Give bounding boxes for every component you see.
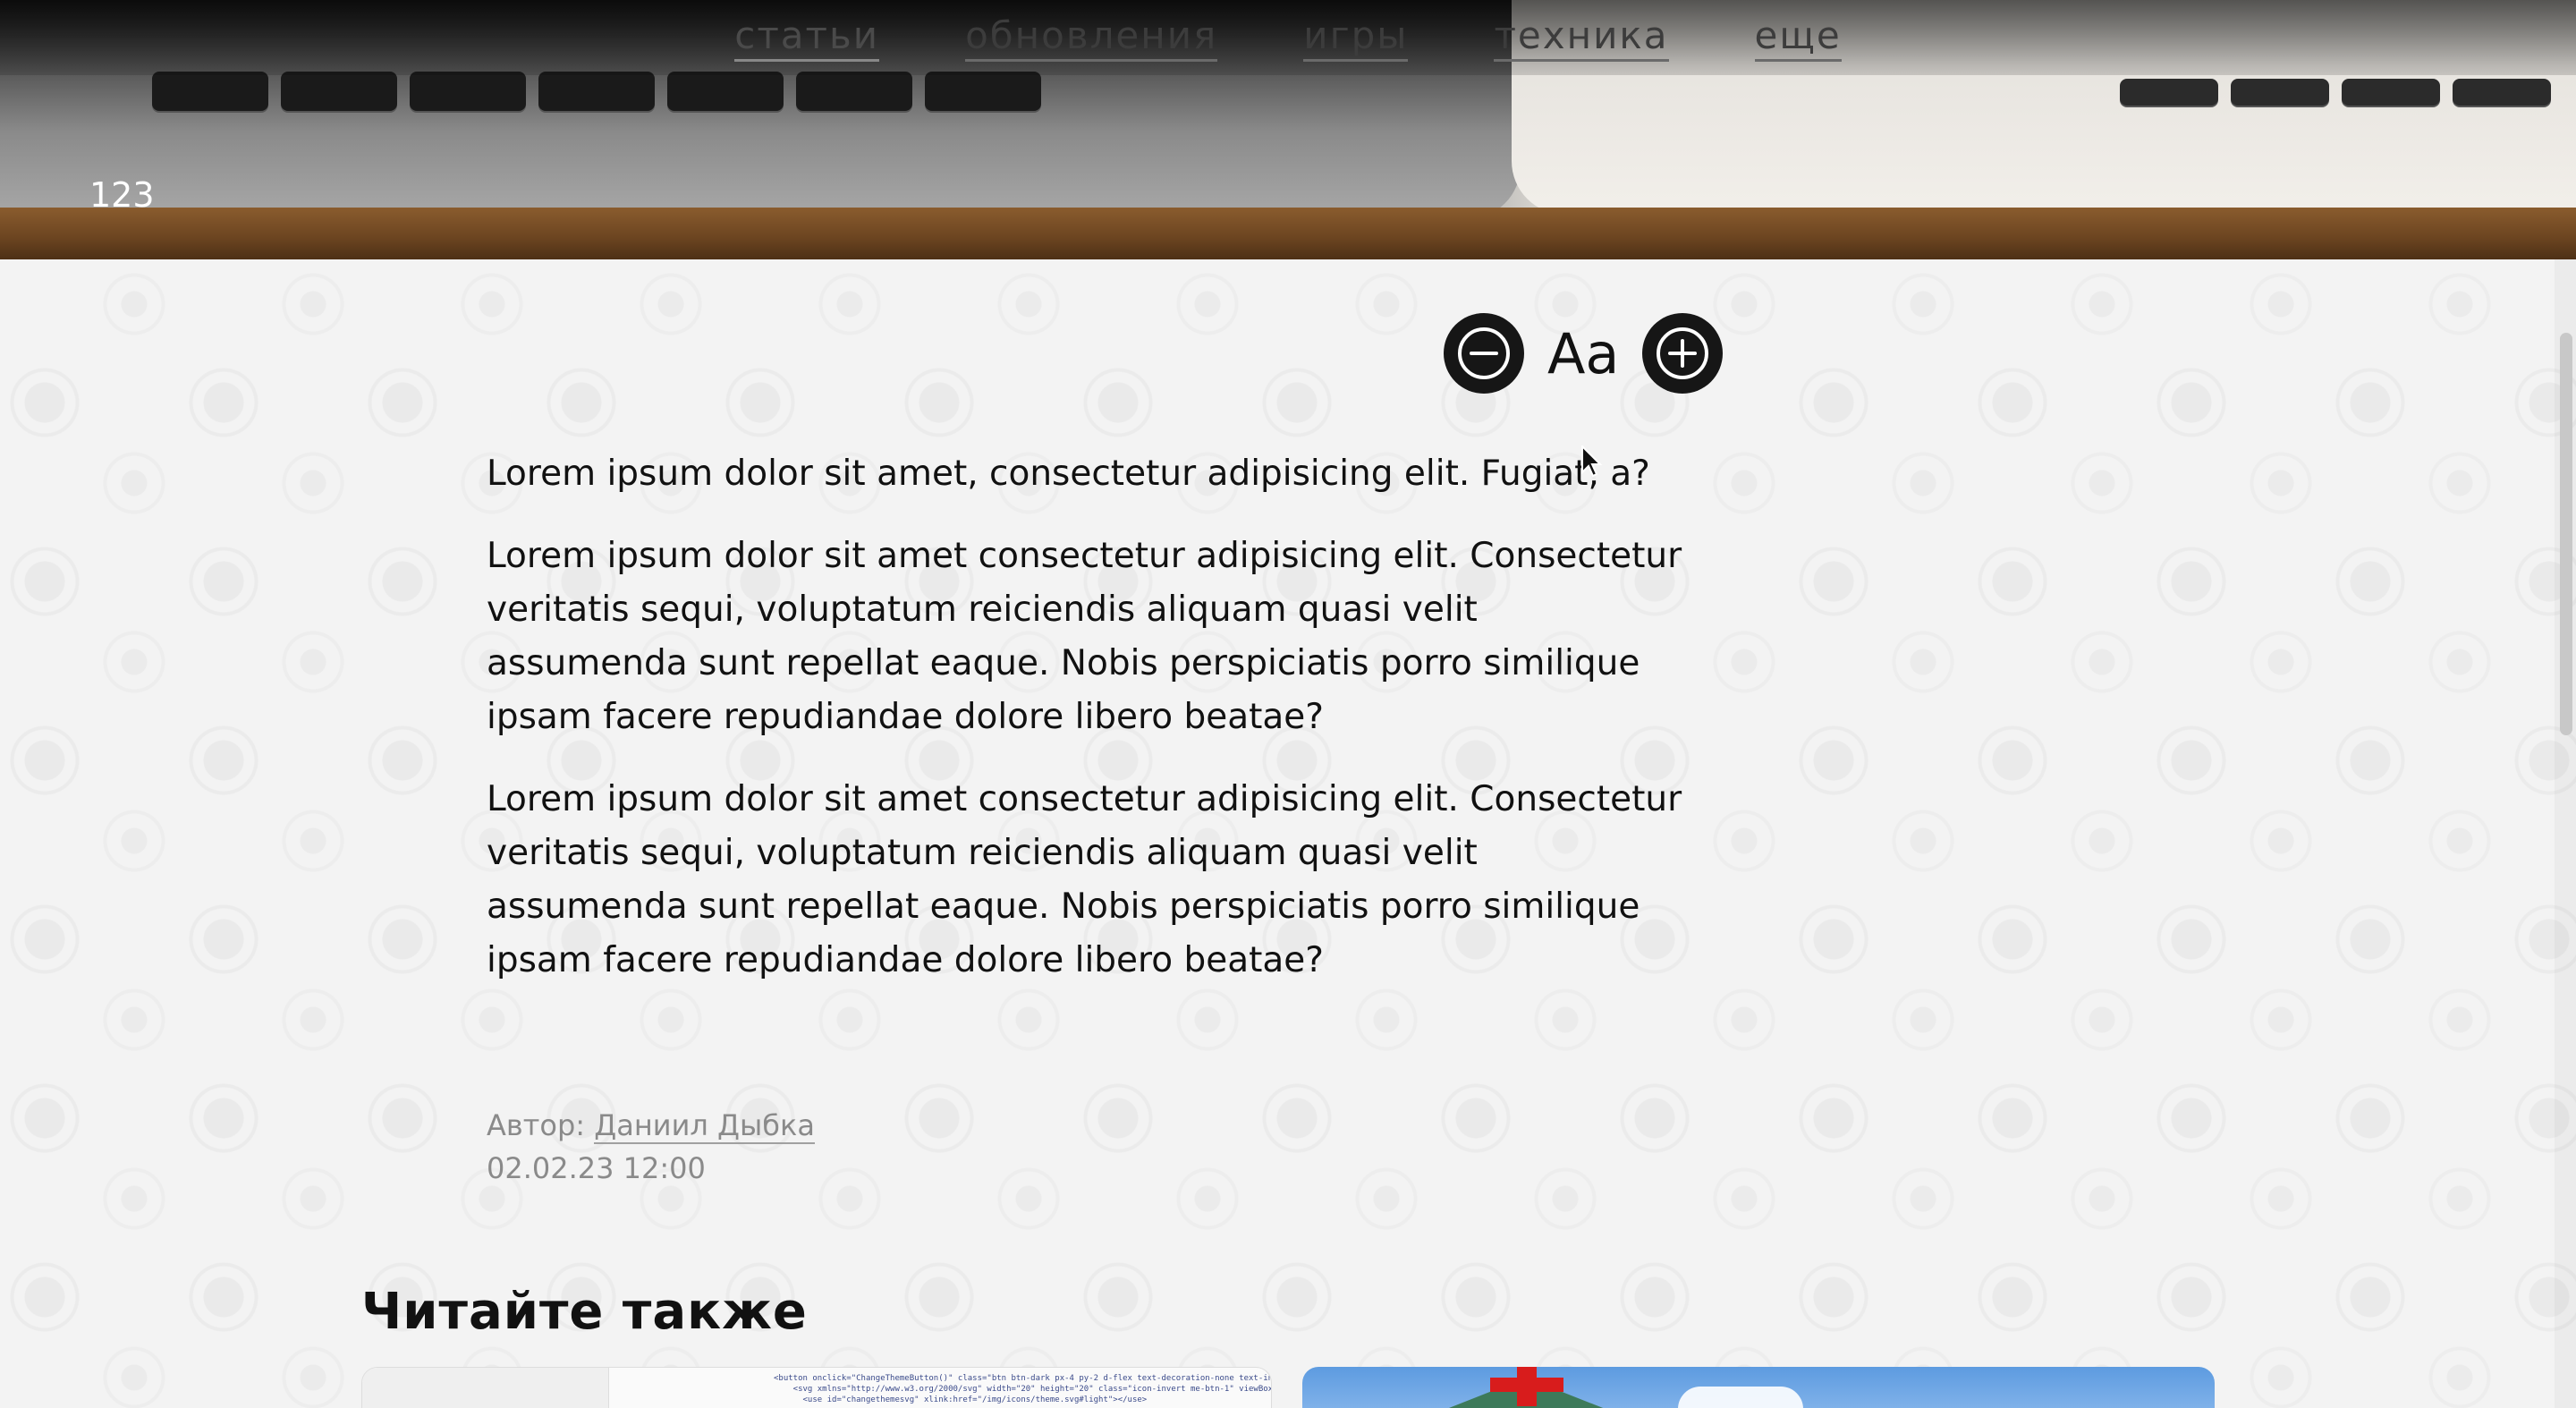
minus-circle-icon	[1458, 327, 1510, 379]
article-paragraph: Lorem ipsum dolor sit amet consectetur a…	[487, 536, 1682, 737]
keyboard-keys	[152, 72, 1041, 111]
hero-banner: статьи обновления игры техника еще 123	[0, 0, 2576, 259]
card-image-cloud	[1678, 1387, 1803, 1408]
nav-item-more[interactable]: еще	[1754, 13, 1842, 62]
nav-item-updates[interactable]: обновления	[965, 13, 1218, 62]
plus-circle-icon	[1657, 327, 1708, 379]
read-also-title: Читайте также	[361, 1283, 808, 1341]
decrease-font-button[interactable]	[1444, 313, 1524, 394]
hero-counter: 123	[89, 175, 155, 215]
red-cross-icon-bar	[1490, 1378, 1563, 1392]
article-body: Lorem ipsum dolor sit amet, consectetur …	[487, 447, 1685, 1016]
mouse-cursor-icon	[1581, 445, 1603, 478]
article-paragraph: Lorem ipsum dolor sit amet, consectetur …	[487, 454, 1650, 494]
nav-item-tech[interactable]: техника	[1494, 13, 1669, 62]
font-size-controls: Aa	[1444, 313, 1723, 394]
article-meta: Автор: Даниил Дыбка 02.02.23 12:00	[487, 1104, 815, 1190]
article-paragraph: Lorem ipsum dolor sit amet consectetur a…	[487, 779, 1682, 980]
card-image-sidebar	[362, 1368, 609, 1408]
increase-font-button[interactable]	[1642, 313, 1723, 394]
main-nav: статьи обновления игры техника еще	[0, 0, 2576, 75]
related-article-card[interactable]	[1302, 1367, 2215, 1408]
publish-date: 02.02.23 12:00	[487, 1151, 706, 1185]
author-line: Автор: Даниил Дыбка	[487, 1104, 815, 1147]
scrollbar-thumb[interactable]	[2560, 333, 2572, 735]
keyboard-keys-light	[2120, 79, 2551, 118]
related-article-card[interactable]: <button onclick="ChangeThemeButton()" cl…	[361, 1367, 1272, 1408]
nav-item-games[interactable]: игры	[1303, 13, 1409, 62]
card-image-code: <button onclick="ChangeThemeButton()" cl…	[774, 1374, 1271, 1404]
author-link[interactable]: Даниил Дыбка	[594, 1108, 815, 1144]
nav-item-articles[interactable]: статьи	[734, 13, 880, 62]
hero-image-table	[0, 208, 2576, 259]
author-label: Автор:	[487, 1108, 586, 1142]
font-size-label: Aa	[1547, 320, 1620, 386]
